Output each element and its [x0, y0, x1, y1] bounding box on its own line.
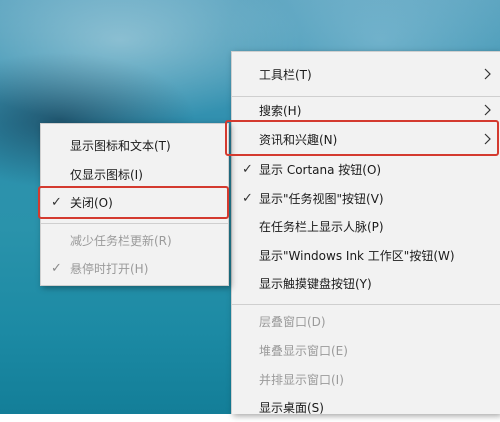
checkmark-icon: ✓ — [51, 194, 62, 210]
menu-item-side-by-side-windows[interactable]: 并排显示窗口(I) — [232, 364, 500, 394]
menu-item-label: 关闭(O) — [70, 195, 113, 210]
menu-item-label: 搜索(H) — [259, 103, 302, 118]
submenu-item-reduce-taskbar-updates[interactable]: 减少任务栏更新(R) — [41, 225, 228, 255]
taskbar-context-menu: 工具栏(T) 搜索(H) 资讯和兴趣(N) ✓ 显示 Cortana 按钮(O)… — [231, 51, 500, 415]
menu-item-show-touch-keyboard-button[interactable]: 显示触摸键盘按钮(Y) — [232, 268, 500, 298]
menu-item-search[interactable]: 搜索(H) — [232, 95, 500, 125]
menu-item-label: 资讯和兴趣(N) — [259, 132, 338, 147]
menu-item-label: 显示"任务视图"按钮(V) — [259, 191, 384, 206]
chevron-right-icon — [482, 102, 492, 118]
menu-item-news-and-interests[interactable]: 资讯和兴趣(N) — [232, 124, 500, 154]
submenu-item-show-icon-only[interactable]: 仅显示图标(I) — [41, 159, 228, 189]
menu-item-show-windows-ink-button[interactable]: 显示"Windows Ink 工作区"按钮(W) — [232, 240, 500, 270]
menu-separator — [232, 304, 500, 305]
news-and-interests-submenu: 显示图标和文本(T) 仅显示图标(I) ✓ 关闭(O) 减少任务栏更新(R) ✓… — [40, 123, 229, 286]
menu-item-label: 工具栏(T) — [259, 67, 312, 82]
menu-item-show-task-view-button[interactable]: ✓ 显示"任务视图"按钮(V) — [232, 183, 500, 213]
menu-item-show-desktop[interactable]: 显示桌面(S) — [232, 392, 500, 422]
menu-item-label: 显示 Cortana 按钮(O) — [259, 162, 382, 177]
submenu-item-open-on-hover[interactable]: ✓ 悬停时打开(H) — [41, 253, 228, 283]
menu-item-label: 显示"Windows Ink 工作区"按钮(W) — [259, 248, 455, 263]
menu-item-label: 悬停时打开(H) — [70, 261, 149, 276]
menu-item-label: 显示触摸键盘按钮(Y) — [259, 276, 372, 291]
menu-item-show-people[interactable]: 在任务栏上显示人脉(P) — [232, 211, 500, 241]
checkmark-icon: ✓ — [242, 190, 253, 206]
menu-item-label: 显示图标和文本(T) — [70, 138, 171, 153]
checkmark-icon: ✓ — [242, 161, 253, 177]
checkmark-icon: ✓ — [51, 260, 62, 276]
chevron-right-icon — [482, 131, 492, 147]
menu-separator — [41, 223, 228, 224]
menu-item-label: 层叠窗口(D) — [259, 314, 326, 329]
menu-item-label: 仅显示图标(I) — [70, 167, 143, 182]
submenu-item-show-icon-and-text[interactable]: 显示图标和文本(T) — [41, 130, 228, 160]
chevron-right-icon — [482, 66, 492, 82]
menu-item-toolbars[interactable]: 工具栏(T) — [232, 59, 500, 89]
menu-item-cascade-windows[interactable]: 层叠窗口(D) — [232, 306, 500, 336]
menu-item-label: 在任务栏上显示人脉(P) — [259, 219, 384, 234]
submenu-item-turn-off[interactable]: ✓ 关闭(O) — [41, 187, 228, 217]
menu-item-label: 减少任务栏更新(R) — [70, 233, 172, 248]
menu-item-label: 堆叠显示窗口(E) — [259, 343, 348, 358]
menu-item-label: 显示桌面(S) — [259, 400, 324, 415]
menu-item-show-cortana-button[interactable]: ✓ 显示 Cortana 按钮(O) — [232, 154, 500, 184]
menu-item-stack-windows[interactable]: 堆叠显示窗口(E) — [232, 335, 500, 365]
menu-item-label: 并排显示窗口(I) — [259, 372, 344, 387]
